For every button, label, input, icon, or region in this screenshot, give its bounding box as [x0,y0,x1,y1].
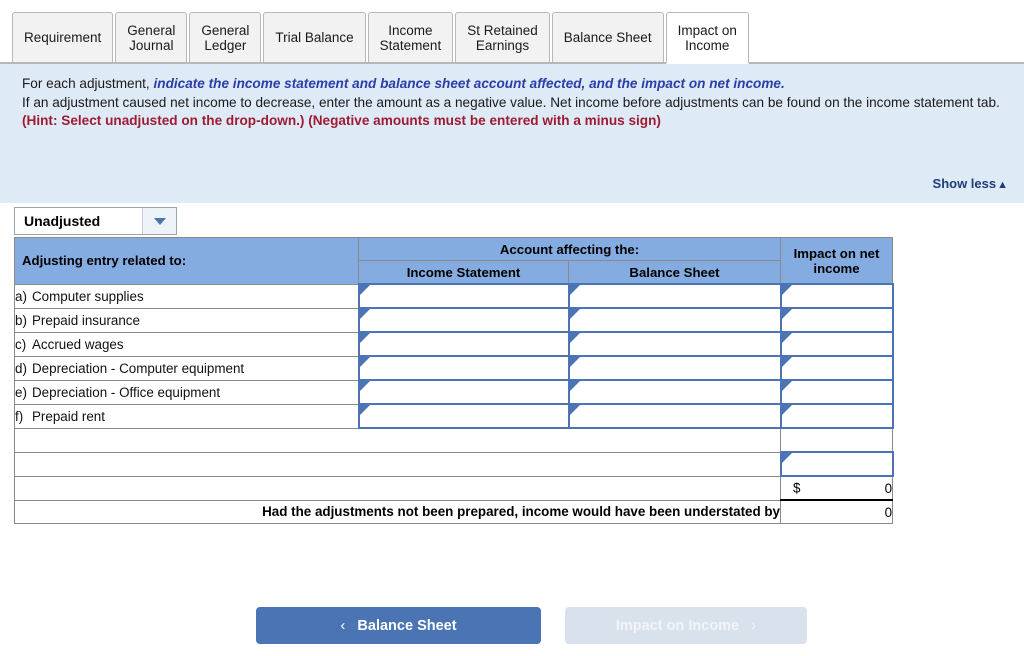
row-label-b: b)Prepaid insurance [15,308,359,332]
row-text-a: Computer supplies [32,289,144,304]
table-row: e)Depreciation - Office equipment [15,380,893,404]
input-income-statement-e[interactable] [359,380,569,404]
prev-balance-sheet-button[interactable]: ‹ Balance Sheet [256,607,541,644]
table-header-row-1: Adjusting entry related to: Account affe… [15,238,893,261]
header-impact-net-income: Impact on net income [781,238,893,285]
tab-impact-on-income[interactable]: Impact on Income [666,12,749,64]
input-income-statement-b[interactable] [359,308,569,332]
instruction-line1-plain: For each adjustment, [22,76,153,91]
input-impact-b[interactable] [781,308,893,332]
spacer-impact-cell [781,428,893,452]
row-letter-a: a) [15,289,32,304]
row-label-c: c)Accrued wages [15,332,359,356]
row-letter-f: f) [15,409,32,424]
row-label-e: e)Depreciation - Office equipment [15,380,359,404]
total-amount-cell: $0 [781,476,893,500]
input-balance-sheet-a[interactable] [569,284,781,308]
next-button-label: Impact on Income [616,618,739,634]
row-text-f: Prepaid rent [32,409,105,424]
row-label-a: a)Computer supplies [15,284,359,308]
header-adjusting-entry: Adjusting entry related to: [15,238,359,285]
adjustment-filter-value: Unadjusted [15,208,142,234]
navigation-bar: ‹ Balance Sheet Impact on Income › [0,607,1024,649]
input-balance-sheet-c[interactable] [569,332,781,356]
input-balance-sheet-e[interactable] [569,380,781,404]
show-less-label: Show less [933,176,997,191]
header-income-statement: Income Statement [359,261,569,285]
row-text-c: Accrued wages [32,337,124,352]
understated-amount: 0 [781,500,893,524]
adjustment-filter-toggle[interactable] [142,208,176,234]
instruction-text: For each adjustment, indicate the income… [22,75,1008,131]
input-income-statement-c[interactable] [359,332,569,356]
understated-label: Had the adjustments not been prepared, i… [15,500,781,524]
tab-general-journal[interactable]: General Journal [115,12,187,64]
table-row: a)Computer supplies [15,284,893,308]
row-text-d: Depreciation - Computer equipment [32,361,244,376]
input-total-impact[interactable] [781,452,893,476]
chevron-left-icon: ‹ [340,617,345,634]
tab-income-statement[interactable]: Income Statement [368,12,454,64]
instruction-hint: (Hint: Select unadjusted on the drop-dow… [22,113,661,128]
input-income-statement-f[interactable] [359,404,569,428]
tab-trial-balance[interactable]: Trial Balance [263,12,365,64]
table-row: f)Prepaid rent [15,404,893,428]
tab-strip: Requirement General Journal General Ledg… [0,0,1024,64]
row-label-d: d)Depreciation - Computer equipment [15,356,359,380]
row-text-b: Prepaid insurance [32,313,140,328]
chevron-down-icon [154,218,166,225]
chevron-right-icon: › [751,617,756,634]
row-letter-c: c) [15,337,32,352]
prev-button-label: Balance Sheet [357,618,456,634]
input-impact-e[interactable] [781,380,893,404]
input-balance-sheet-d[interactable] [569,356,781,380]
instruction-line2: If an adjustment caused net income to de… [22,95,1000,110]
table-row: c)Accrued wages [15,332,893,356]
entry-label-cell [15,452,781,476]
row-label-f: f)Prepaid rent [15,404,359,428]
table-row: d)Depreciation - Computer equipment [15,356,893,380]
table-spacer-row [15,428,893,452]
header-balance-sheet: Balance Sheet [569,261,781,285]
header-account-affecting: Account affecting the: [359,238,781,261]
tab-requirement[interactable]: Requirement [12,12,113,64]
input-impact-c[interactable] [781,332,893,356]
currency-symbol: $ [793,481,800,496]
table-total-row: $0 [15,476,893,500]
input-impact-f[interactable] [781,404,893,428]
input-income-statement-a[interactable] [359,284,569,308]
input-income-statement-d[interactable] [359,356,569,380]
caret-up-icon: ▲ [997,179,1008,191]
adjustment-filter-dropdown[interactable]: Unadjusted [14,207,177,235]
spacer-label-cell [15,428,781,452]
row-letter-b: b) [15,313,32,328]
tab-st-retained-earnings[interactable]: St Retained Earnings [455,12,550,64]
table-entry-row [15,452,893,476]
table-row: b)Prepaid insurance [15,308,893,332]
input-impact-a[interactable] [781,284,893,308]
row-letter-d: d) [15,361,32,376]
input-impact-d[interactable] [781,356,893,380]
show-less-link[interactable]: Show less▲ [933,176,1008,191]
total-label-cell [15,476,781,500]
instruction-panel: For each adjustment, indicate the income… [0,64,1024,203]
row-letter-e: e) [15,385,32,400]
input-balance-sheet-b[interactable] [569,308,781,332]
tab-general-ledger[interactable]: General Ledger [189,12,261,64]
table-understated-row: Had the adjustments not been prepared, i… [15,500,893,524]
next-impact-on-income-button: Impact on Income › [565,607,807,644]
input-balance-sheet-f[interactable] [569,404,781,428]
row-text-e: Depreciation - Office equipment [32,385,220,400]
impact-on-income-table: Adjusting entry related to: Account affe… [14,237,894,524]
instruction-line1-emphasis: indicate the income statement and balanc… [153,76,784,91]
tab-balance-sheet[interactable]: Balance Sheet [552,12,664,64]
total-amount-value: 0 [885,481,892,496]
